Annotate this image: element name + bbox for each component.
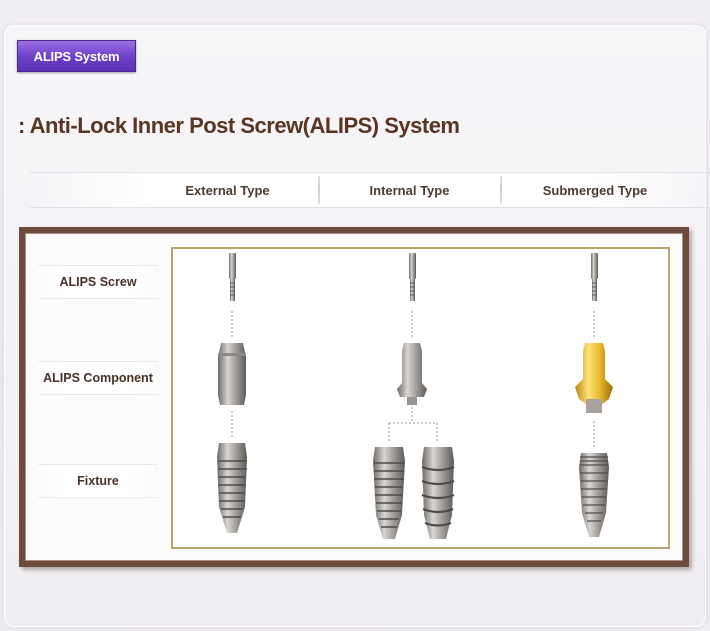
submerged-component-gold xyxy=(575,343,613,413)
implant-parts-illustration xyxy=(217,253,613,539)
row-label-fixture: Fixture xyxy=(38,464,158,498)
external-component xyxy=(218,343,246,405)
tab-divider xyxy=(500,176,502,204)
alips-system-badge[interactable]: ALIPS System xyxy=(17,40,136,72)
tab-divider xyxy=(318,176,320,204)
submerged-screw xyxy=(591,253,598,301)
page-title: : Anti-Lock Inner Post Screw(ALIPS) Syst… xyxy=(18,113,460,138)
submerged-fixture xyxy=(579,453,609,537)
tab-external-type[interactable]: External Type xyxy=(140,176,315,204)
tab-submerged-type[interactable]: Submerged Type xyxy=(505,176,685,204)
row-label-alips-screw: ALIPS Screw xyxy=(38,265,158,299)
internal-connector xyxy=(388,407,438,443)
row-label-alips-component: ALIPS Component xyxy=(38,361,158,395)
internal-screw xyxy=(409,253,416,301)
external-fixture xyxy=(217,443,247,533)
internal-fixture-b xyxy=(421,447,455,539)
internal-component xyxy=(397,343,427,405)
internal-fixture-a xyxy=(373,447,405,539)
external-screw xyxy=(229,253,236,301)
tab-internal-type[interactable]: Internal Type xyxy=(322,176,497,204)
